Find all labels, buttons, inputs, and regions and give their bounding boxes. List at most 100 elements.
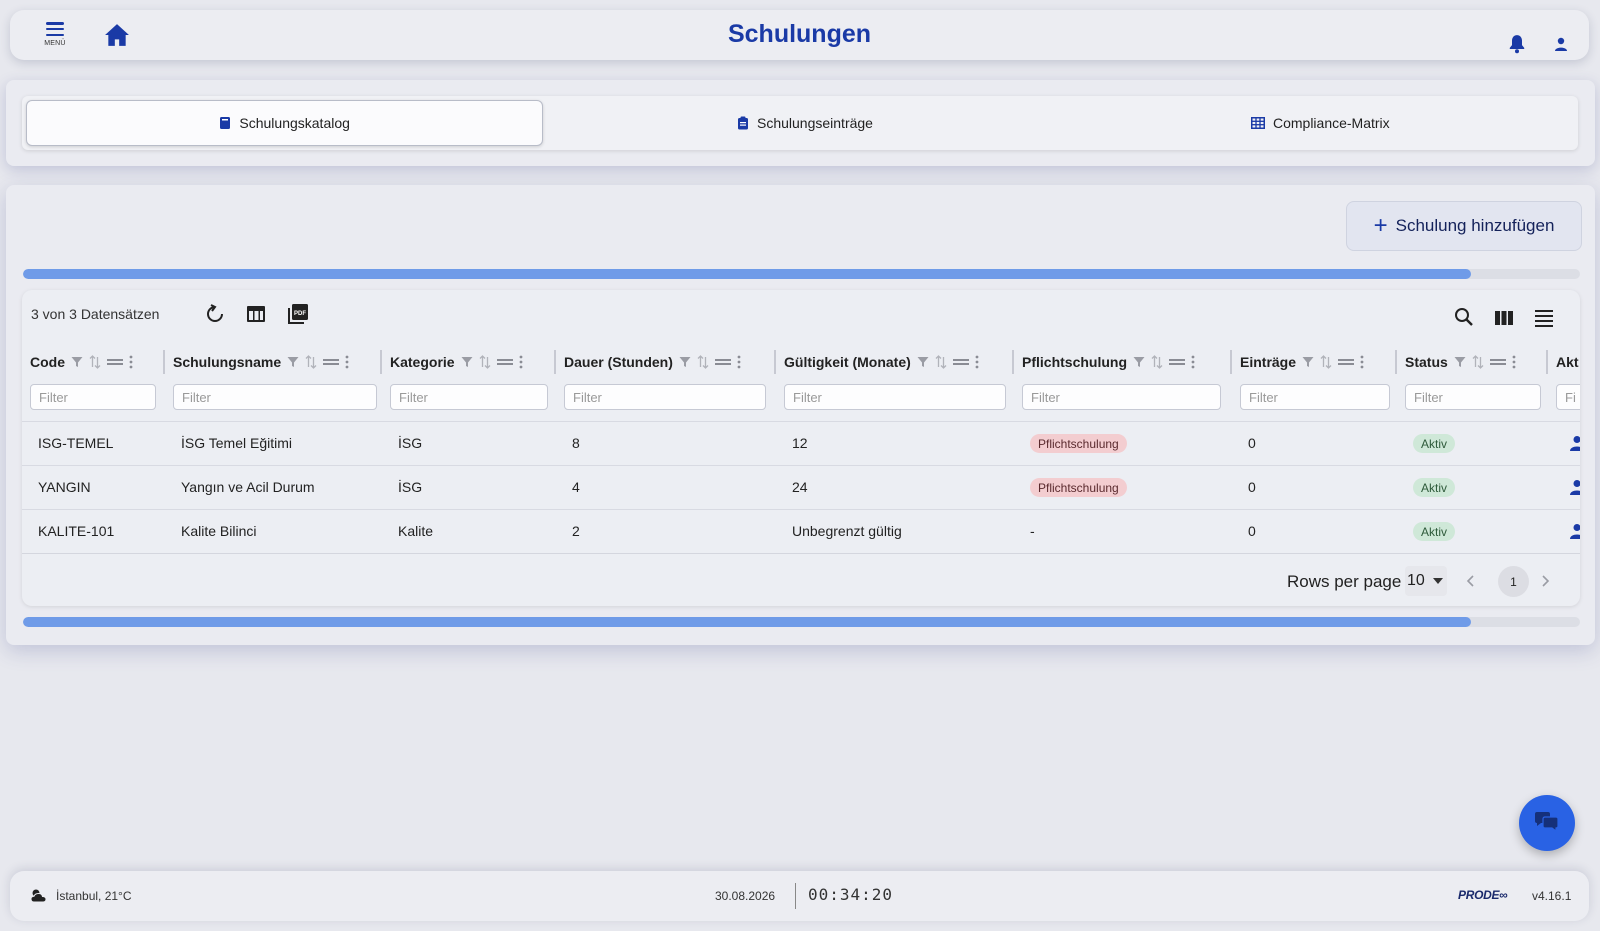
table-row[interactable]: KALITE-101 Kalite Bilinci Kalite 2 Unbeg… xyxy=(22,509,1580,553)
drag-handle-icon[interactable] xyxy=(1489,358,1506,366)
drag-handle-icon[interactable] xyxy=(107,358,123,366)
tab-schulungskatalog[interactable]: Schulungskatalog xyxy=(26,100,544,146)
chat-icon xyxy=(1535,812,1559,833)
pdf-icon[interactable]: PDF xyxy=(287,303,309,325)
column-menu-icon[interactable] xyxy=(737,355,741,369)
cell-entries: 0 xyxy=(1248,435,1256,451)
bell-icon[interactable] xyxy=(1508,34,1526,54)
cell-name: Yangın ve Acil Durum xyxy=(181,479,315,495)
footer-clock: 00:34:20 xyxy=(808,885,894,904)
filter-icon[interactable] xyxy=(917,356,929,368)
user-action-icon[interactable] xyxy=(1570,479,1580,495)
column-separator[interactable] xyxy=(1546,350,1548,374)
filter-input-code[interactable] xyxy=(30,384,156,410)
density-icon[interactable] xyxy=(1534,308,1554,328)
column-header-eintraege[interactable]: Einträge xyxy=(1240,350,1370,374)
column-menu-icon[interactable] xyxy=(1512,355,1516,369)
sort-icon[interactable] xyxy=(1151,355,1163,369)
drag-handle-icon[interactable] xyxy=(1338,358,1355,366)
add-training-label: Schulung hinzufügen xyxy=(1395,216,1555,235)
progress-bar-bottom xyxy=(23,617,1580,627)
column-separator[interactable] xyxy=(163,350,165,374)
column-menu-icon[interactable] xyxy=(1191,355,1195,369)
column-separator[interactable] xyxy=(1012,350,1014,374)
column-header-schulungsname[interactable]: Schulungsname xyxy=(173,350,355,374)
weather-text: İstanbul, 21°C xyxy=(56,889,132,903)
home-icon[interactable] xyxy=(104,23,130,47)
column-menu-icon[interactable] xyxy=(975,355,979,369)
column-label: Gültigkeit (Monate) xyxy=(784,354,911,370)
column-header-dauer[interactable]: Dauer (Stunden) xyxy=(564,350,747,374)
column-header-code[interactable]: Code xyxy=(30,350,139,374)
drag-handle-icon[interactable] xyxy=(952,358,969,366)
column-header-gueltigkeit[interactable]: Gültigkeit (Monate) xyxy=(784,350,985,374)
filter-input-gueltigkeit[interactable] xyxy=(784,384,1006,410)
drag-handle-icon[interactable] xyxy=(1169,358,1185,366)
sort-icon[interactable] xyxy=(479,355,491,369)
page-button-current[interactable]: 1 xyxy=(1498,566,1529,597)
column-separator[interactable] xyxy=(554,350,556,374)
chat-button[interactable] xyxy=(1519,795,1575,851)
search-icon[interactable] xyxy=(1454,307,1474,327)
progress-fill-bottom xyxy=(23,617,1471,627)
filter-input-schulungsname[interactable] xyxy=(173,384,377,410)
columns-icon[interactable] xyxy=(1494,310,1514,326)
column-header-kategorie[interactable]: Kategorie xyxy=(390,350,529,374)
sort-icon[interactable] xyxy=(305,355,317,369)
filter-icon[interactable] xyxy=(461,356,473,368)
filter-input-aktionen[interactable] xyxy=(1556,384,1580,410)
filter-input-eintraege[interactable] xyxy=(1240,384,1390,410)
weather-widget: İstanbul, 21°C xyxy=(30,888,132,904)
rows-per-page-select[interactable]: 10 xyxy=(1405,566,1447,596)
sort-icon[interactable] xyxy=(1320,355,1332,369)
tab-compliance-matrix[interactable]: Compliance-Matrix xyxy=(1063,96,1578,150)
tab-label: Schulungskatalog xyxy=(239,115,350,131)
filter-input-pflichtschulung[interactable] xyxy=(1022,384,1221,410)
table-row[interactable]: YANGIN Yangın ve Acil Durum İSG 4 24 Pfl… xyxy=(22,465,1580,509)
table-view-icon[interactable] xyxy=(246,305,266,323)
sort-icon[interactable] xyxy=(935,355,947,369)
sort-icon[interactable] xyxy=(697,355,709,369)
filter-input-status[interactable] xyxy=(1405,384,1541,410)
filter-icon[interactable] xyxy=(287,356,299,368)
filter-input-dauer[interactable] xyxy=(564,384,766,410)
column-menu-icon[interactable] xyxy=(519,355,523,369)
drag-handle-icon[interactable] xyxy=(714,358,731,366)
tab-schulungseintraege[interactable]: Schulungseinträge xyxy=(547,96,1062,150)
column-separator[interactable] xyxy=(380,350,382,374)
column-menu-icon[interactable] xyxy=(345,355,349,369)
rows-per-page-label: Rows per page xyxy=(1287,572,1402,591)
filter-icon[interactable] xyxy=(71,356,83,368)
user-action-icon[interactable] xyxy=(1570,523,1580,539)
refresh-icon[interactable] xyxy=(205,304,225,324)
column-header-aktionen[interactable]: Akt xyxy=(1556,350,1580,374)
chevron-left-icon[interactable] xyxy=(1466,575,1476,587)
table-row[interactable]: ISG-TEMEL İSG Temel Eğitimi İSG 8 12 Pfl… xyxy=(22,421,1580,465)
add-training-button[interactable]: + Schulung hinzufügen xyxy=(1346,201,1582,251)
sort-icon[interactable] xyxy=(89,355,101,369)
drag-handle-icon[interactable] xyxy=(496,358,513,366)
column-menu-icon[interactable] xyxy=(1360,355,1364,369)
column-menu-icon[interactable] xyxy=(129,355,133,369)
filter-icon[interactable] xyxy=(1302,356,1314,368)
column-header-status[interactable]: Status xyxy=(1405,350,1522,374)
filter-icon[interactable] xyxy=(1454,356,1466,368)
column-label: Schulungsname xyxy=(173,354,282,370)
menu-button[interactable]: MENÜ xyxy=(40,20,70,54)
cell-validity: 24 xyxy=(792,479,808,495)
filter-input-kategorie[interactable] xyxy=(390,384,548,410)
column-separator[interactable] xyxy=(774,350,776,374)
drag-handle-icon[interactable] xyxy=(323,358,340,366)
cell-entries: 0 xyxy=(1248,479,1256,495)
filter-icon[interactable] xyxy=(679,356,691,368)
chevron-right-icon[interactable] xyxy=(1540,575,1550,587)
column-separator[interactable] xyxy=(1230,350,1232,374)
column-header-pflichtschulung[interactable]: Pflichtschulung xyxy=(1022,350,1201,374)
column-label: Pflichtschulung xyxy=(1022,354,1127,370)
sort-icon[interactable] xyxy=(1472,355,1484,369)
app-version: v4.16.1 xyxy=(1532,889,1572,903)
user-icon[interactable] xyxy=(1553,36,1569,52)
filter-icon[interactable] xyxy=(1133,356,1145,368)
user-action-icon[interactable] xyxy=(1570,435,1580,451)
column-separator[interactable] xyxy=(1395,350,1397,374)
